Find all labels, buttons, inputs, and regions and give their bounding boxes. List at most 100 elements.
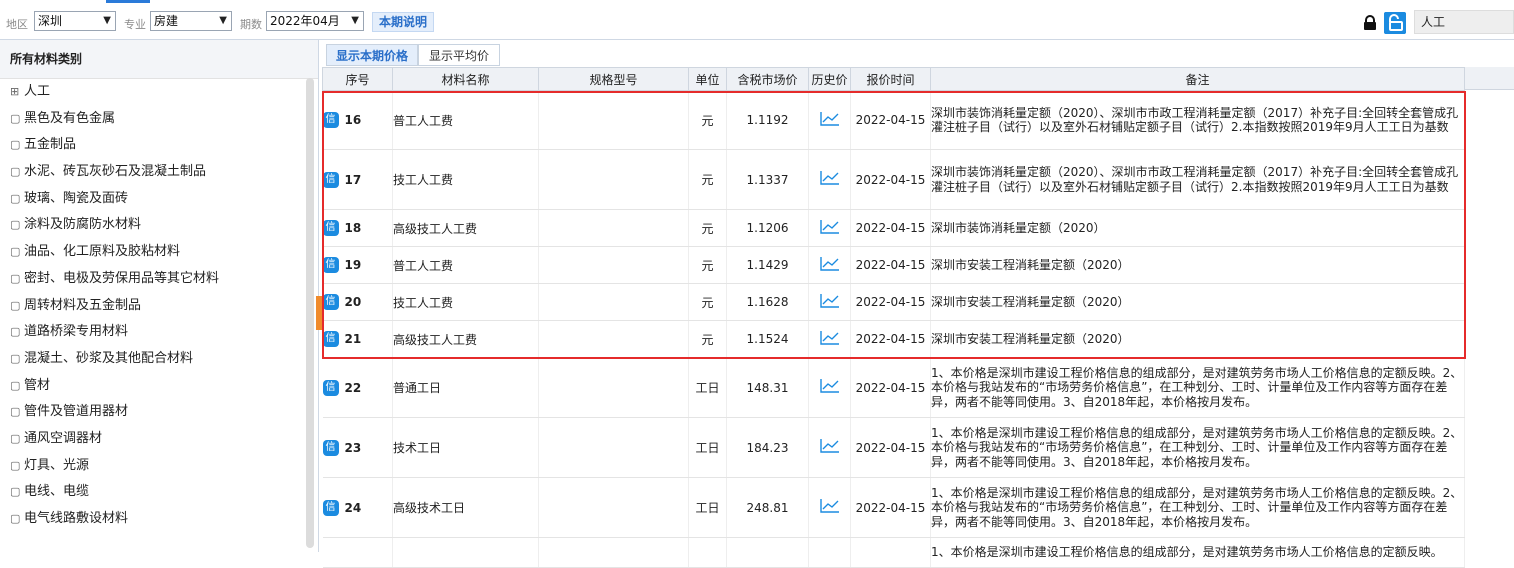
trend-chart-icon[interactable] xyxy=(819,330,840,346)
table-row[interactable]: 信 18 高级技工人工费 元 1.1206 2022-04-15 深圳市装饰消耗量定额（20… xyxy=(322,209,1465,247)
cell-time: 2022-04-15 xyxy=(850,320,931,358)
sidebar-scrollbar[interactable] xyxy=(306,78,314,548)
sidebar-item[interactable]: ▢ 玻璃、陶瓷及面砖 xyxy=(0,186,318,213)
file-icon: ▢ xyxy=(10,165,21,179)
sidebar-item[interactable]: ▢ 电线、电缆 xyxy=(0,479,318,506)
period-explain-button[interactable]: 本期说明 xyxy=(372,12,435,32)
cell-history xyxy=(808,149,851,210)
trend-chart-icon[interactable] xyxy=(819,378,840,394)
sidebar-item-label: 人工 xyxy=(24,84,51,99)
row-number: 20 xyxy=(344,295,362,309)
sidebar-item[interactable]: ▢ 周转材料及五金制品 xyxy=(0,293,318,320)
trend-chart-icon[interactable] xyxy=(819,498,840,514)
period-select[interactable]: 2022年04月 ▼ xyxy=(266,11,364,31)
tab-average-price[interactable]: 显示平均价 xyxy=(418,44,500,66)
row-number: 19 xyxy=(344,258,362,272)
trend-chart-icon[interactable] xyxy=(819,170,840,186)
sidebar-item[interactable]: ▢ 密封、电极及劳保用品等其它材料 xyxy=(0,266,318,293)
table-row[interactable]: 信 24 高级技术工日 工日 248.81 2022-04-15 1、本价格是深圳市建设工程… xyxy=(322,477,1465,538)
info-badge-icon[interactable]: 信 xyxy=(322,499,339,516)
sidebar-item[interactable]: ▢ 油品、化工原料及胶粘材料 xyxy=(0,239,318,266)
cell-history xyxy=(808,90,851,150)
sidebar-item[interactable]: ▢ 通风空调器材 xyxy=(0,426,318,453)
cell-time: 2022-04-15 xyxy=(850,417,931,478)
sidebar-item[interactable]: ▢ 管件及管道用器材 xyxy=(0,399,318,426)
table-row[interactable]: 信 16 普工人工费 元 1.1192 2022-04-15 深圳市装饰消耗量定额（2020… xyxy=(322,90,1465,150)
table-row[interactable]: 1、本价格是深圳市建设工程价格信息的组成部分，是对建筑劳务市场人工价格信息的定额… xyxy=(322,537,1465,568)
tab-current-price[interactable]: 显示本期价格 xyxy=(326,44,418,66)
info-badge-icon[interactable]: 信 xyxy=(322,112,339,128)
sidebar-item-label: 电线、电缆 xyxy=(24,484,90,500)
sidebar-item[interactable]: ▢ 灯具、光源 xyxy=(0,453,318,480)
trend-chart-icon[interactable] xyxy=(819,256,840,272)
cell-name: 高级技术工日 xyxy=(392,477,539,538)
info-badge-icon[interactable]: 信 xyxy=(322,294,339,310)
search-input[interactable]: 人工 xyxy=(1414,10,1514,34)
sidebar-item[interactable]: ▢ 道路桥梁专用材料 xyxy=(0,319,318,346)
table-row[interactable]: 信 20 技工人工费 元 1.1628 2022-04-15 深圳市安装工程消耗量定额（20… xyxy=(322,283,1465,321)
sidebar-item[interactable]: ▢ 管材 xyxy=(0,373,318,400)
period-label: 期数 xyxy=(240,18,262,31)
sidebar-item[interactable]: ▢ 五金制品 xyxy=(0,132,318,159)
major-label: 专业 xyxy=(124,18,146,31)
info-badge-icon[interactable]: 信 xyxy=(322,220,339,236)
col-header-history[interactable]: 历史价 xyxy=(808,67,851,91)
cell-time: 2022-04-15 xyxy=(850,357,931,418)
category-sidebar: 所有材料类别 ⊞ 人工 ▢ 黑色及有色金属 ▢ 五金制品 ▢ 水泥、砖瓦灰砂石及混凝土制品 ▢ 玻… xyxy=(0,40,319,552)
major-select[interactable]: 房建 ▼ xyxy=(150,11,232,31)
sidebar-item[interactable]: ▢ 电气线路敷设材料 xyxy=(0,506,318,533)
col-header-price[interactable]: 含税市场价 xyxy=(726,67,809,91)
sidebar-item[interactable]: ▢ 混凝土、砂浆及其他配合材料 xyxy=(0,346,318,373)
cell-note: 深圳市装饰消耗量定额（2020） xyxy=(930,209,1465,247)
col-header-time[interactable]: 报价时间 xyxy=(850,67,931,91)
trend-chart-icon[interactable] xyxy=(819,293,840,309)
col-header-note[interactable]: 备注 xyxy=(930,67,1465,91)
sidebar-item[interactable]: ▢ 涂料及防腐防水材料 xyxy=(0,212,318,239)
info-badge-icon[interactable]: 信 xyxy=(322,331,339,347)
cell-spec xyxy=(538,477,689,538)
col-header-name[interactable]: 材料名称 xyxy=(392,67,539,91)
sidebar-item-label: 黑色及有色金属 xyxy=(24,110,116,126)
sidebar-item-label: 通风空调器材 xyxy=(24,430,103,446)
region-select[interactable]: 深圳 ▼ xyxy=(34,11,116,31)
info-badge-icon[interactable]: 信 xyxy=(322,439,339,456)
col-header-unit[interactable]: 单位 xyxy=(688,67,727,91)
table-row[interactable]: 信 17 技工人工费 元 1.1337 2022-04-15 深圳市装饰消耗量定额（2020… xyxy=(322,149,1465,210)
cell-unit: 工日 xyxy=(688,477,727,538)
cell-history xyxy=(808,209,851,247)
row-number: 16 xyxy=(344,113,362,127)
region-value: 深圳 xyxy=(38,14,63,28)
trend-chart-icon[interactable] xyxy=(819,111,840,127)
cell-name: 普通工日 xyxy=(392,357,539,418)
header-filler xyxy=(1464,67,1514,90)
cell-seq: 信 21 xyxy=(322,320,393,358)
sidebar-item[interactable]: ⊞ 人工 xyxy=(0,79,318,106)
cell-note: 1、本价格是深圳市建设工程价格信息的组成部分，是对建筑劳务市场人工价格信息的定额… xyxy=(930,477,1465,538)
cell-spec xyxy=(538,417,689,478)
col-header-seq[interactable]: 序号 xyxy=(322,67,393,91)
cell-note: 1、本价格是深圳市建设工程价格信息的组成部分，是对建筑劳务市场人工价格信息的定额… xyxy=(930,357,1465,418)
table-row[interactable]: 信 19 普工人工费 元 1.1429 2022-04-15 深圳市安装工程消耗量定额（20… xyxy=(322,246,1465,284)
cell-note: 深圳市装饰消耗量定额（2020）、深圳市市政工程消耗量定额（2017）补充子目:… xyxy=(930,149,1465,210)
cell-unit: 工日 xyxy=(688,417,727,478)
sidebar-item[interactable]: ▢ 黑色及有色金属 xyxy=(0,106,318,133)
cell-history xyxy=(808,357,851,418)
table-row[interactable]: 信 22 普通工日 工日 148.31 2022-04-15 1、本价格是深圳市建设工程价格… xyxy=(322,357,1465,418)
sidebar-item[interactable]: ▢ 水泥、砖瓦灰砂石及混凝土制品 xyxy=(0,159,318,186)
table-row[interactable]: 信 21 高级技工人工费 元 1.1524 2022-04-15 深圳市安装工程消耗量定额（… xyxy=(322,320,1465,358)
info-badge-icon[interactable]: 信 xyxy=(322,171,339,188)
table-row[interactable]: 信 23 技术工日 工日 184.23 2022-04-15 1、本价格是深圳市建设工程价格… xyxy=(322,417,1465,478)
col-header-spec[interactable]: 规格型号 xyxy=(538,67,689,91)
cell-unit: 元 xyxy=(688,283,727,321)
info-badge-icon[interactable]: 信 xyxy=(322,379,339,396)
sidebar-item-label: 灯具、光源 xyxy=(24,457,90,473)
cell-history xyxy=(808,283,851,321)
unlock-icon[interactable] xyxy=(1384,12,1406,34)
trend-chart-icon[interactable] xyxy=(819,438,840,454)
lock-icon[interactable] xyxy=(1363,15,1377,31)
file-icon: ▢ xyxy=(10,458,21,472)
major-value: 房建 xyxy=(154,14,179,28)
trend-chart-icon[interactable] xyxy=(819,219,840,235)
info-badge-icon[interactable]: 信 xyxy=(322,257,339,273)
row-number: 22 xyxy=(344,380,362,395)
